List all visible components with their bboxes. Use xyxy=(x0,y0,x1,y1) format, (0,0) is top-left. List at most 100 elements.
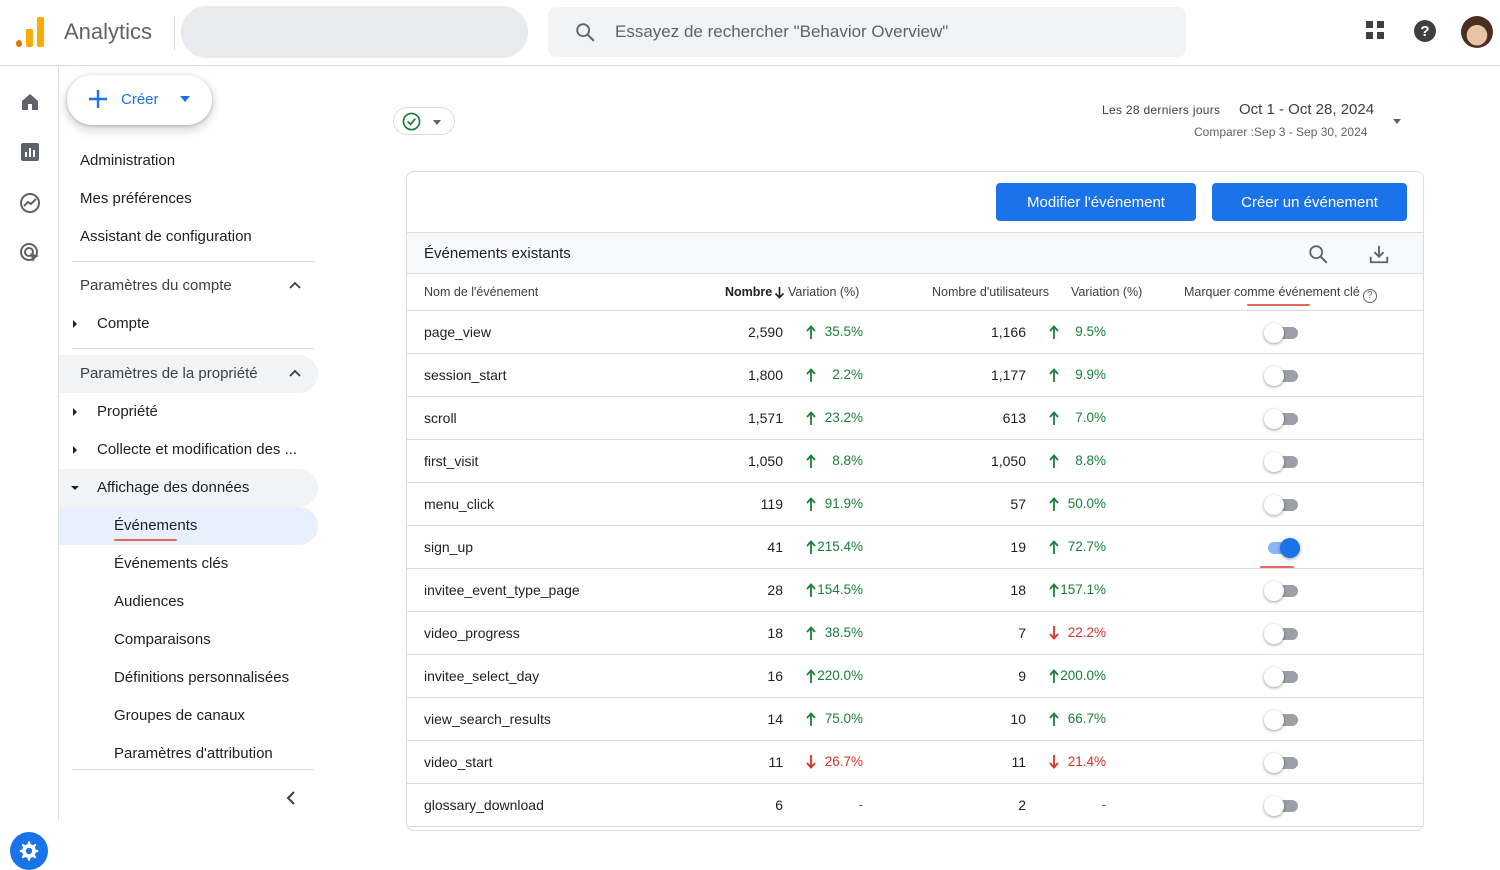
edit-event-button[interactable]: Modifier l'événement xyxy=(996,183,1196,221)
key-event-toggle[interactable] xyxy=(1264,624,1300,644)
column-header-count-variation[interactable]: Variation (%) xyxy=(788,285,859,299)
key-event-toggle[interactable] xyxy=(1264,667,1300,687)
divider xyxy=(72,261,315,262)
event-name[interactable]: video_progress xyxy=(424,625,520,641)
search-icon[interactable] xyxy=(1307,243,1329,265)
nav-property[interactable]: Propriété xyxy=(97,403,158,420)
table-row[interactable]: scroll 1,571 23.2% 613 7.0% xyxy=(407,397,1423,440)
event-name[interactable]: glossary_download xyxy=(424,797,544,813)
event-count: 41 xyxy=(767,539,783,555)
nav-key-events[interactable]: Événements clés xyxy=(114,555,228,572)
count-variation: 26.7% xyxy=(824,754,863,769)
table-row[interactable]: video_start 11 26.7% 11 21.4% xyxy=(407,741,1423,784)
event-count: 11 xyxy=(768,754,783,770)
event-name[interactable]: video_start xyxy=(424,754,492,770)
table-row[interactable]: session_start 1,800 2.2% 1,177 9.9% xyxy=(407,354,1423,397)
event-name[interactable]: invitee_event_type_page xyxy=(424,582,580,598)
key-event-toggle[interactable] xyxy=(1264,710,1300,730)
table-row[interactable]: invitee_select_day 16 220.0% 9 200.0% xyxy=(407,655,1423,698)
analytics-logo-icon[interactable] xyxy=(16,17,44,47)
key-event-toggle[interactable] xyxy=(1264,796,1300,816)
avatar[interactable] xyxy=(1461,16,1493,48)
users-variation: 9.9% xyxy=(1075,367,1106,382)
nav-setup-assistant[interactable]: Assistant de configuration xyxy=(80,228,252,245)
table-row[interactable]: page_view 2,590 35.5% 1,166 9.5% xyxy=(407,311,1423,354)
key-event-toggle[interactable] xyxy=(1264,323,1300,343)
key-event-toggle[interactable] xyxy=(1264,452,1300,472)
event-name[interactable]: first_visit xyxy=(424,453,478,469)
settings-gear-icon[interactable] xyxy=(10,832,48,870)
search-bar[interactable]: Essayez de rechercher "Behavior Overview… xyxy=(548,7,1186,57)
chevron-up-icon[interactable] xyxy=(289,369,301,377)
nav-preferences[interactable]: Mes préférences xyxy=(80,190,192,207)
account-selector[interactable] xyxy=(181,6,528,58)
reports-icon[interactable] xyxy=(18,140,42,164)
table-row[interactable]: glossary_download 6 - 2 - xyxy=(407,784,1423,827)
create-button[interactable]: Créer xyxy=(67,75,212,125)
user-count: 1,166 xyxy=(990,324,1026,340)
collapse-arrow-icon[interactable] xyxy=(71,486,79,490)
create-event-button[interactable]: Créer un événement xyxy=(1212,183,1407,221)
data-status-chip[interactable] xyxy=(393,107,455,135)
expand-arrow-icon[interactable] xyxy=(73,446,77,454)
key-event-toggle[interactable] xyxy=(1264,753,1300,773)
column-header-count[interactable]: Nombre xyxy=(725,285,772,299)
key-event-toggle[interactable] xyxy=(1264,581,1300,601)
sort-arrow-down-icon[interactable] xyxy=(774,286,785,299)
highlight-underline xyxy=(1260,566,1294,568)
event-name[interactable]: scroll xyxy=(424,410,457,426)
chevron-down-icon[interactable] xyxy=(1393,119,1401,124)
arrow-up-icon xyxy=(1049,540,1059,554)
advertising-icon[interactable] xyxy=(18,241,42,265)
nav-audiences[interactable]: Audiences xyxy=(114,593,184,610)
chevron-up-icon[interactable] xyxy=(289,281,301,289)
home-icon[interactable] xyxy=(18,90,42,114)
table-row[interactable]: view_search_results 14 75.0% 10 66.7% xyxy=(407,698,1423,741)
section-property-settings[interactable]: Paramètres de la propriété xyxy=(80,365,258,382)
column-header-users[interactable]: Nombre d'utilisateurs xyxy=(932,285,1049,299)
nav-comparisons[interactable]: Comparaisons xyxy=(114,631,211,648)
event-name[interactable]: invitee_select_day xyxy=(424,668,539,684)
nav-channel-groups[interactable]: Groupes de canaux xyxy=(114,707,245,724)
table-row[interactable]: first_visit 1,050 8.8% 1,050 8.8% xyxy=(407,440,1423,483)
event-name[interactable]: page_view xyxy=(424,324,491,340)
nav-attribution-settings[interactable]: Paramètres d'attribution xyxy=(114,745,273,762)
table-row[interactable]: invitee_event_type_page 28 154.5% 18 157.1% xyxy=(407,569,1423,612)
nav-data-display[interactable]: Affichage des données xyxy=(97,479,249,496)
table-row[interactable]: sign_up 41 215.4% 19 72.7% xyxy=(407,526,1423,569)
app-title: Analytics xyxy=(64,19,153,44)
date-range-value[interactable]: Oct 1 - Oct 28, 2024 xyxy=(1239,101,1374,118)
table-row[interactable]: menu_click 119 91.9% 57 50.0% xyxy=(407,483,1423,526)
user-count: 613 xyxy=(1002,410,1026,426)
column-header-event-name[interactable]: Nom de l'événement xyxy=(424,285,538,299)
search-input[interactable]: Essayez de rechercher "Behavior Overview… xyxy=(615,22,948,42)
download-icon[interactable] xyxy=(1368,243,1390,265)
event-name[interactable]: menu_click xyxy=(424,496,494,512)
nav-administration[interactable]: Administration xyxy=(80,152,175,169)
arrow-up-icon xyxy=(1049,669,1059,683)
nav-data-collection[interactable]: Collecte et modification des ... xyxy=(97,441,297,458)
help-icon[interactable]: ? xyxy=(1413,19,1437,43)
event-name[interactable]: session_start xyxy=(424,367,506,383)
section-account-settings[interactable]: Paramètres du compte xyxy=(80,277,232,294)
no-change-icon xyxy=(806,798,816,812)
column-header-users-variation[interactable]: Variation (%) xyxy=(1071,285,1142,299)
explore-icon[interactable] xyxy=(18,191,42,215)
collapse-sidebar-icon[interactable] xyxy=(285,790,297,806)
key-event-toggle[interactable] xyxy=(1264,538,1300,558)
expand-arrow-icon[interactable] xyxy=(73,408,77,416)
event-name[interactable]: view_search_results xyxy=(424,711,551,727)
apps-grid-icon[interactable] xyxy=(1364,19,1386,41)
help-circle-icon[interactable]: ? xyxy=(1362,289,1377,303)
nav-custom-definitions[interactable]: Définitions personnalisées xyxy=(114,669,289,686)
nav-events[interactable]: Événements xyxy=(114,517,197,534)
key-event-toggle[interactable] xyxy=(1264,366,1300,386)
key-event-toggle[interactable] xyxy=(1264,409,1300,429)
key-event-toggle[interactable] xyxy=(1264,495,1300,515)
table-row[interactable]: video_progress 18 38.5% 7 22.2% xyxy=(407,612,1423,655)
event-name[interactable]: sign_up xyxy=(424,539,473,555)
date-compare-value[interactable]: Comparer :Sep 3 - Sep 30, 2024 xyxy=(1194,125,1367,139)
users-variation: 200.0% xyxy=(1060,668,1106,683)
expand-arrow-icon[interactable] xyxy=(73,320,77,328)
nav-account[interactable]: Compte xyxy=(97,315,150,332)
